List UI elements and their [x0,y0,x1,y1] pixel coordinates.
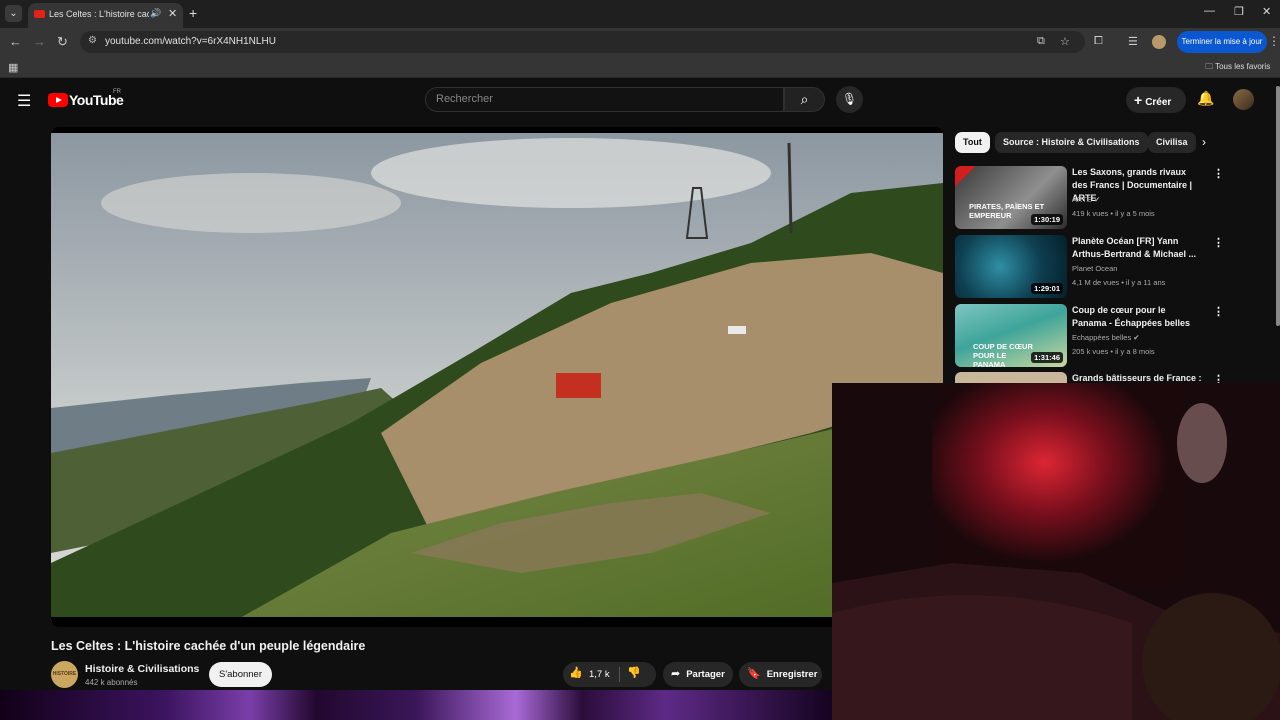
all-bookmarks-button[interactable]: 🗀 Tous les favoris [1205,61,1270,75]
recommendation-channel[interactable]: Echappées belles ✔ [1072,333,1140,342]
video-thumbnail[interactable]: COUP DE CŒUR POUR LE PANAMA 1:31:46 [955,304,1067,367]
minimize-icon[interactable]: — [1204,5,1215,17]
thumbs-up-icon: 👍 [569,667,583,679]
video-frame-landscape [51,133,943,623]
recommendation-channel[interactable]: Planet Ocean [1072,264,1117,273]
microphone-icon: 🎙 [841,92,858,106]
video-title: Les Celtes : L'histoire cachée d'un peup… [51,639,366,653]
browser-toolbar: ← → ↻ ⚙ youtube.com/watch?v=6rX4NH1NLHU … [0,28,1280,56]
like-button[interactable]: 👍 [569,666,583,679]
video-duration: 1:30:19 [1031,214,1063,225]
cast-icon[interactable]: ⧉ [1037,35,1045,48]
chip-civilisations[interactable]: Civilisa [1148,132,1196,153]
webcam-overlay [832,383,1280,720]
tab-search-chevron-icon[interactable]: ⌄ [5,5,22,22]
apps-grid-icon[interactable]: ▦ [8,61,18,74]
share-label: Partager [686,669,725,680]
video-duration: 1:31:46 [1031,352,1063,363]
maximize-icon[interactable]: ❐ [1234,5,1244,18]
browser-tab-active[interactable]: Les Celtes : L'histoire cachée d'un peup… [28,3,183,28]
bookmarks-bar: ▦ 🗀 Tous les favoris [0,56,1280,78]
dislike-button[interactable]: 👎 [627,666,641,679]
forward-arrow-icon[interactable]: → [33,34,46,49]
recommendation-meta: 205 k vues • il y a 8 mois [1072,347,1155,356]
youtube-favicon-icon [34,10,45,18]
site-info-icon[interactable]: ⚙ [88,35,97,46]
bookmark-star-icon[interactable]: ☆ [1060,35,1070,48]
search-box [425,87,784,112]
recommendation-channel[interactable]: ARTE ✔ [1072,195,1100,204]
region-code: FR [113,89,121,95]
close-window-icon[interactable]: ✕ [1262,5,1271,18]
address-bar[interactable]: ⚙ youtube.com/watch?v=6rX4NH1NLHU ⧉ ☆ [80,31,1085,53]
like-count[interactable]: 1,7 k [589,669,610,680]
webcam-feed-image [832,383,1280,720]
channel-avatar-text: HISTOIRE [52,671,77,677]
create-button[interactable]: + Créer [1126,87,1186,113]
extensions-icon[interactable]: ⧠ [1094,35,1103,48]
video-duration: 1:29:01 [1031,283,1063,294]
like-dislike-group: 👍 1,7 k 👎 [563,662,656,687]
chips-next-chevron-icon[interactable]: › [1202,135,1206,149]
plus-icon: + [1134,92,1143,108]
search-button[interactable]: ⌕ [784,87,825,112]
browser-tab-bar: ⌄ Les Celtes : L'histoire cachée d'un pe… [0,0,1280,28]
recommendation-title[interactable]: Coup de cœur pour le Panama - Échappées … [1072,304,1202,330]
save-button[interactable]: 🔖 Enregistrer [739,662,822,687]
recommendation-title[interactable]: Planète Océan [FR] Yann Arthus-Bertrand … [1072,235,1202,261]
description-preview-strip [0,690,832,720]
recommendation-item[interactable]: COUP DE CŒUR POUR LE PANAMA 1:31:46 Coup… [955,304,1255,370]
user-avatar[interactable] [1233,89,1254,110]
thumbnail-caption: COUP DE CŒUR POUR LE PANAMA [973,342,1033,367]
page-scrollbar[interactable] [1276,86,1280,326]
search-input[interactable] [436,93,766,105]
back-arrow-icon[interactable]: ← [9,34,22,49]
like-divider [619,667,620,682]
search-icon: ⌕ [800,91,809,107]
video-thumbnail[interactable]: 1:29:01 [955,235,1067,298]
update-browser-button[interactable]: Terminer la mise à jour [1177,31,1267,53]
more-actions-icon[interactable]: ⋮ [1213,236,1224,249]
notifications-bell-icon[interactable]: 🔔 [1197,90,1214,107]
all-bookmarks-label: Tous les favoris [1215,62,1271,71]
subscribe-button[interactable]: S'abonner [209,662,272,687]
share-button[interactable]: ➦ Partager [663,662,733,687]
voice-search-button[interactable]: 🎙 [836,86,863,113]
recommendation-meta: 4,1 M de vues • il y a 11 ans [1072,278,1166,287]
browser-menu-icon[interactable]: ⋮ [1268,34,1280,48]
channel-name[interactable]: Histoire & Civilisations [85,663,199,675]
bookmark-save-icon: 🔖 [747,668,761,680]
share-arrow-icon: ➦ [671,668,681,680]
more-actions-icon[interactable]: ⋮ [1213,167,1224,180]
browser-profile-avatar[interactable] [1152,35,1166,49]
video-thumbnail[interactable]: PIRATES, PAÏENS ET EMPEREUR 1:30:19 [955,166,1067,229]
recommendation-item[interactable]: PIRATES, PAÏENS ET EMPEREUR 1:30:19 Les … [955,166,1255,232]
youtube-masthead: ☰ YouTube FR ⌕ 🎙 +Créer 🔔 [0,80,1280,120]
thumbs-down-icon: 👎 [627,667,641,679]
more-actions-icon[interactable]: ⋮ [1213,305,1224,318]
reload-icon[interactable]: ↻ [57,34,68,50]
youtube-play-logo-icon [48,93,68,107]
audio-playing-icon[interactable]: 🔊 [150,8,161,19]
create-label: Créer [1145,97,1172,108]
tab-close-icon[interactable]: ✕ [168,7,177,20]
subscriber-count: 442 k abonnés [85,678,138,687]
recommendation-item[interactable]: 1:29:01 Planète Océan [FR] Yann Arthus-B… [955,235,1255,301]
channel-avatar[interactable]: HISTOIRE [51,661,78,688]
tab-title: Les Celtes : L'histoire cachée d'un peup… [49,9,149,19]
recommendation-meta: 419 k vues • il y a 5 mois [1072,209,1155,218]
video-player[interactable] [51,127,943,627]
save-label: Enregistrer [766,669,818,680]
url-text[interactable]: youtube.com/watch?v=6rX4NH1NLHU [105,36,276,47]
reading-list-icon[interactable]: ☰ [1128,35,1138,48]
chip-source-channel[interactable]: Source : Histoire & Civilisations [995,132,1148,153]
hamburger-menu-icon[interactable]: ☰ [17,91,31,111]
new-tab-plus-icon[interactable]: + [189,5,197,21]
filter-chips: Tout Source : Histoire & Civilisations C… [955,132,1215,153]
chip-all[interactable]: Tout [955,132,990,153]
